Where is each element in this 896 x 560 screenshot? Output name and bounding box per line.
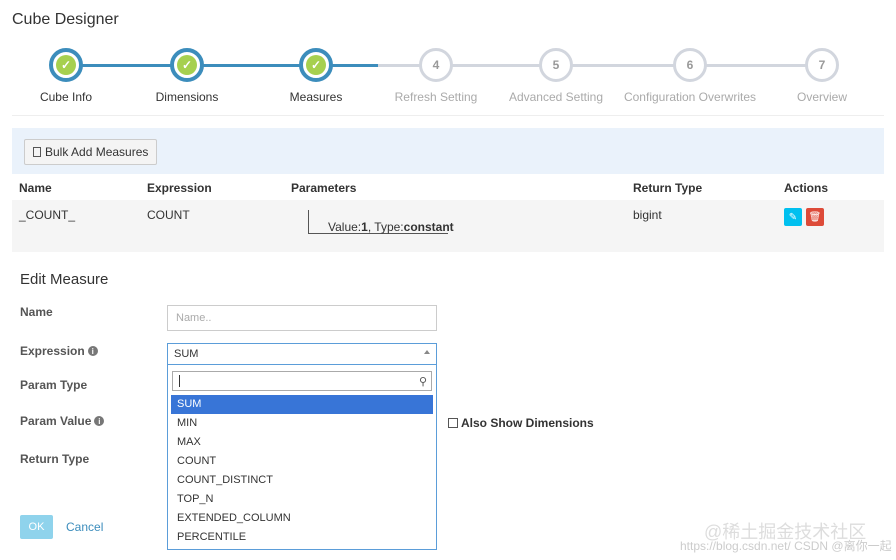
wizard-step-advanced-setting[interactable]: 5 Advanced Setting — [486, 48, 626, 104]
name-label: Name — [20, 305, 53, 319]
param-value-label-text: Param Value — [20, 414, 92, 428]
step-circle: ✓ — [170, 48, 204, 82]
wizard-step-refresh-setting[interactable]: 4 Refresh Setting — [366, 48, 506, 104]
step-circle: ✓ — [49, 48, 83, 82]
info-icon[interactable]: i — [87, 346, 98, 356]
param-type-label-text: Param Type — [20, 378, 88, 392]
wizard-step-overview[interactable]: 7 Overview — [752, 48, 892, 104]
table-header: Name Expression Parameters Return Type A… — [12, 176, 884, 200]
check-icon: ✓ — [56, 55, 76, 75]
step-label: Dimensions — [155, 90, 219, 104]
name-label-text: Name — [20, 305, 53, 319]
wizard-step-cube-info[interactable]: ✓ Cube Info — [0, 48, 136, 104]
step-circle: ✓ — [299, 48, 333, 82]
measure-expression: COUNT — [147, 208, 190, 222]
expression-dropdown: ⚲ SUM MIN MAX COUNT COUNT_DISTINCT TOP_N… — [167, 364, 437, 550]
also-show-dimensions-label: Also Show Dimensions — [461, 416, 594, 430]
document-icon — [33, 147, 41, 157]
column-header-parameters: Parameters — [291, 181, 357, 195]
checkbox[interactable] — [448, 418, 458, 428]
page-title: Cube Designer — [12, 11, 119, 28]
expression-label: Expression i — [20, 344, 98, 358]
expression-label-text: Expression — [20, 344, 85, 358]
bulk-add-measures-button[interactable]: Bulk Add Measures — [24, 139, 158, 165]
expression-option-top-n[interactable]: TOP_N — [171, 490, 433, 509]
step-number: 7 — [805, 48, 839, 82]
wizard-step-measures[interactable]: ✓ Measures — [246, 48, 386, 104]
divider — [12, 115, 884, 116]
wizard-step-dimensions[interactable]: ✓ Dimensions — [117, 48, 257, 104]
step-number: 6 — [673, 48, 707, 82]
param-value: 1 — [361, 220, 368, 234]
return-type-label: Return Type — [20, 452, 89, 466]
caret-up-icon — [424, 350, 430, 354]
text-cursor — [179, 375, 180, 387]
param-value-label: Param Value i — [20, 414, 105, 428]
table-row: _COUNT_ COUNT Value:1, Type:constant big… — [12, 200, 884, 252]
step-label: Measures — [289, 90, 343, 104]
expression-select[interactable]: SUM — [167, 343, 437, 365]
param-type: constant — [403, 220, 454, 234]
info-icon[interactable]: i — [94, 416, 105, 426]
return-type-label-text: Return Type — [20, 452, 90, 466]
column-header-name: Name — [19, 181, 52, 195]
dropdown-search-input[interactable]: ⚲ — [172, 371, 432, 391]
expression-selected-value: SUM — [174, 348, 199, 360]
step-label: Configuration Overwrites — [623, 90, 757, 104]
step-number: 5 — [539, 48, 573, 82]
bulk-add-measures-label: Bulk Add Measures — [45, 145, 149, 159]
expression-option-count[interactable]: COUNT — [171, 452, 433, 471]
column-header-return-type: Return Type — [633, 181, 703, 195]
expression-option-sum[interactable]: SUM — [171, 395, 433, 414]
expression-option-min[interactable]: MIN — [171, 414, 433, 433]
measures-table: Name Expression Parameters Return Type A… — [12, 176, 884, 252]
ok-button[interactable]: OK — [20, 515, 53, 539]
column-header-actions: Actions — [784, 181, 829, 195]
trash-icon: 🗑 — [808, 211, 822, 223]
measure-name: _COUNT_ — [19, 208, 76, 222]
column-header-expression: Expression — [147, 181, 212, 195]
measure-name-input[interactable] — [167, 305, 437, 331]
step-label: Overview — [796, 90, 847, 104]
param-value-label: Value: — [328, 220, 362, 234]
measures-toolbar: Bulk Add Measures — [12, 128, 884, 174]
expression-option-percentile[interactable]: PERCENTILE — [171, 528, 433, 547]
wizard-steps: ✓ Cube Info ✓ Dimensions ✓ Measures 4 Re… — [0, 48, 896, 108]
delete-button[interactable]: 🗑 — [806, 208, 824, 226]
expression-option-max[interactable]: MAX — [171, 433, 433, 452]
wizard-step-configuration-overwrites[interactable]: 6 Configuration Overwrites — [620, 48, 760, 104]
param-type-label: , Type: — [367, 220, 404, 234]
step-label: Refresh Setting — [394, 90, 478, 104]
also-show-dimensions[interactable]: Also Show Dimensions — [448, 416, 594, 430]
param-type-label: Param Type — [20, 378, 87, 392]
expression-option-count-distinct[interactable]: COUNT_DISTINCT — [171, 471, 433, 490]
search-icon: ⚲ — [418, 376, 427, 388]
step-label: Cube Info — [39, 90, 93, 104]
cancel-link[interactable]: Cancel — [66, 520, 103, 534]
check-icon: ✓ — [177, 55, 197, 75]
edit-measure-title: Edit Measure — [20, 271, 109, 288]
step-label: Advanced Setting — [508, 90, 604, 104]
watermark-secondary: https://blog.csdn.net/ CSDN @离你一起 — [680, 539, 892, 553]
step-number: 4 — [419, 48, 453, 82]
measure-return-type: bigint — [633, 208, 662, 222]
expression-option-extended-column[interactable]: EXTENDED_COLUMN — [171, 509, 433, 528]
check-icon: ✓ — [306, 55, 326, 75]
pencil-icon: ✎ — [788, 211, 798, 223]
edit-button[interactable]: ✎ — [784, 208, 802, 226]
measure-parameters: Value:1, Type:constant — [328, 220, 454, 234]
